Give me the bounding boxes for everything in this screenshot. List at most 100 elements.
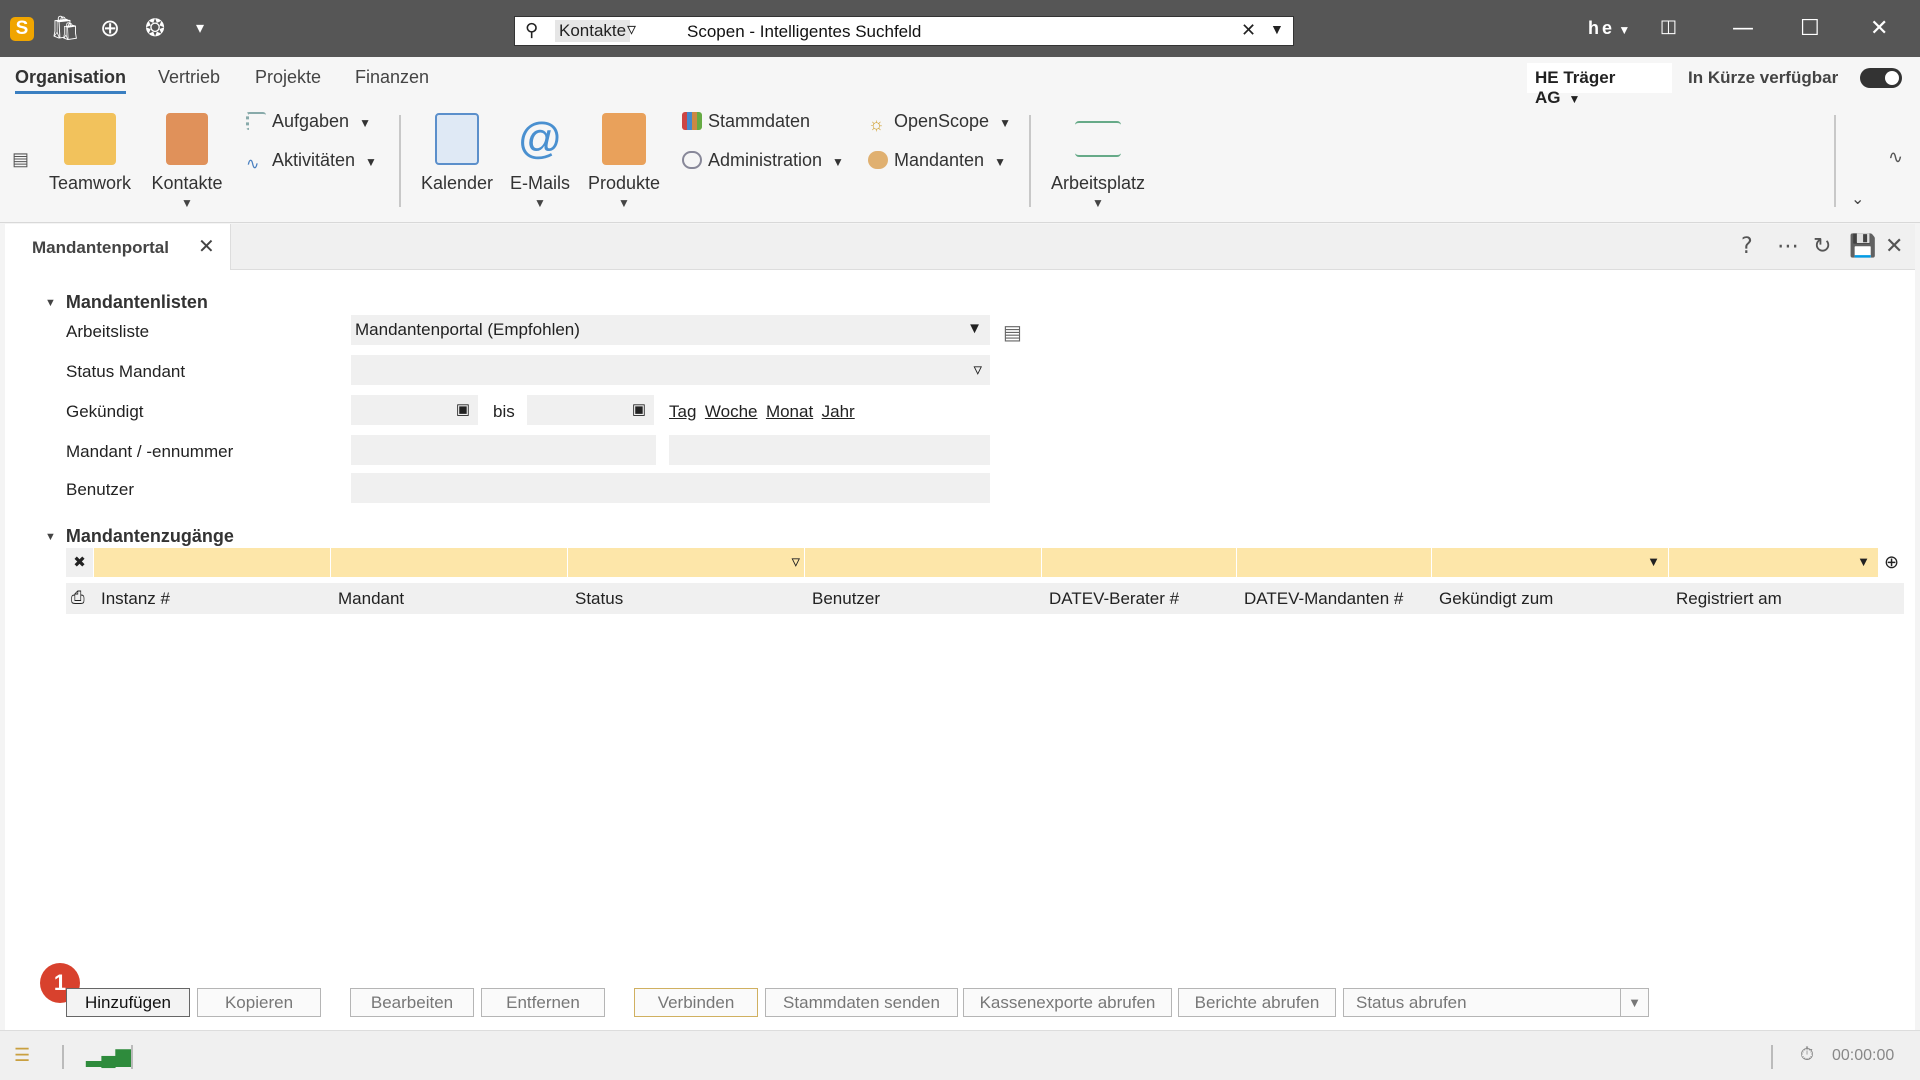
kopieren-button[interactable]: Kopieren (197, 988, 321, 1017)
tab-organisation[interactable]: Organisation (15, 67, 127, 94)
maximize-icon[interactable]: ☐ (1800, 16, 1820, 41)
hinzufuegen-button[interactable]: Hinzufügen (66, 988, 190, 1017)
link-woche[interactable]: Woche (705, 402, 758, 421)
company-selector[interactable]: HE Träger AG ▼ (1527, 63, 1672, 107)
more-options-icon[interactable]: ⋯ (1777, 234, 1799, 259)
add-circle-icon[interactable]: ⊕ (96, 14, 124, 42)
sliders-icon (1075, 121, 1121, 157)
status-separator (131, 1045, 133, 1069)
column-header[interactable]: Mandant (338, 589, 404, 609)
gekuendigt-to-field[interactable]: ▣ (527, 395, 654, 425)
bearbeiten-button[interactable]: Bearbeiten (350, 988, 474, 1017)
column-header[interactable]: Status (575, 589, 623, 609)
column-header[interactable]: Benutzer (812, 589, 880, 609)
filter-datev-berater[interactable] (1042, 548, 1237, 577)
filter-benutzer[interactable] (805, 548, 1042, 577)
ribbon-expand-icon[interactable]: ⌄ (1851, 189, 1864, 209)
sidebar-toggle-icon[interactable]: ▤ (12, 149, 29, 170)
status-abrufen-label: Status abrufen (1356, 993, 1467, 1012)
arbeitsplatz-button[interactable]: Arbeitsplatz ▼ (1050, 107, 1146, 210)
minimize-icon[interactable]: — (1732, 16, 1754, 41)
column-header[interactable]: Registriert am (1676, 589, 1782, 609)
gekuendigt-from-field[interactable]: ▣ (351, 395, 478, 425)
filter-registriert-am[interactable]: ▼ (1669, 548, 1879, 577)
benutzer-field[interactable] (351, 473, 990, 503)
verbinden-button[interactable]: Verbinden (634, 988, 758, 1017)
tab-finanzen[interactable]: Finanzen (355, 67, 429, 88)
notes-icon[interactable]: ☰ (14, 1045, 30, 1066)
clear-search-icon[interactable]: ✕ (1241, 20, 1256, 41)
lifebuoy-icon[interactable]: ❂ (141, 14, 169, 42)
tab-projekte[interactable]: Projekte (255, 67, 321, 88)
section-mandantenzugaenge[interactable]: ▼ Mandantenzugänge (45, 526, 234, 547)
quick-menu-dropdown-icon[interactable]: ▾ (186, 14, 214, 42)
kontakte-button[interactable]: Kontakte ▼ (150, 107, 224, 210)
link-tag[interactable]: Tag (669, 402, 696, 421)
tab-vertrieb[interactable]: Vertrieb (158, 67, 220, 88)
print-icon[interactable]: ⎙ (71, 588, 85, 608)
refresh-icon[interactable]: ↻ (1813, 234, 1831, 259)
add-column-icon[interactable]: ⊕ (1879, 548, 1904, 577)
help-icon[interactable]: ? (1741, 234, 1753, 259)
arbeitsliste-select[interactable]: Mandantenportal (Empfohlen) ▼ (351, 315, 990, 345)
column-header[interactable]: Instanz # (101, 589, 170, 609)
arbeitsplatz-label: Arbeitsplatz (1050, 173, 1146, 193)
pin-window-icon[interactable]: ◫ (1660, 16, 1677, 37)
mandant-name-field[interactable] (351, 435, 656, 465)
mandanten-button[interactable]: Mandanten ▼ (868, 150, 1006, 171)
stammdaten-senden-button[interactable]: Stammdaten senden (765, 988, 958, 1017)
stopwatch-icon[interactable]: ⏱ (1800, 1044, 1814, 1065)
mandant-number-field[interactable] (669, 435, 990, 465)
berichte-abrufen-button[interactable]: Berichte abrufen (1178, 988, 1336, 1017)
close-window-icon[interactable]: ✕ (1870, 16, 1888, 41)
administration-button[interactable]: Administration ▼ (682, 150, 844, 171)
column-header[interactable]: DATEV-Mandanten # (1244, 589, 1403, 609)
kalender-button[interactable]: Kalender (420, 107, 494, 194)
user-menu[interactable]: he ▼ (1588, 18, 1630, 39)
search-dropdown-icon[interactable]: ▼ (1270, 21, 1284, 37)
filter-status[interactable]: ▿ (568, 548, 805, 577)
aufgaben-label: Aufgaben (272, 111, 350, 131)
shopping-bag-icon[interactable]: 🛍 (50, 14, 80, 42)
kassenexporte-abrufen-button[interactable]: Kassenexporte abrufen (963, 988, 1172, 1017)
stammdaten-button[interactable]: Stammdaten (682, 111, 810, 132)
chevron-down-icon[interactable]: ▼ (150, 196, 224, 210)
filter-gekuendigt-zum[interactable]: ▼ (1432, 548, 1669, 577)
column-header[interactable]: DATEV-Berater # (1049, 589, 1179, 609)
emails-button[interactable]: @ E-Mails ▼ (508, 107, 572, 210)
close-document-icon[interactable]: ✕ (1885, 234, 1903, 259)
chevron-down-icon[interactable]: ▼ (508, 196, 572, 210)
entfernen-button[interactable]: Entfernen (481, 988, 605, 1017)
aktivitaeten-button[interactable]: ∿ Aktivitäten ▼ (246, 150, 377, 173)
close-tab-icon[interactable]: ✕ (198, 234, 215, 259)
activity-panel-icon[interactable]: ∿ (1888, 147, 1903, 168)
produkte-button[interactable]: Produkte ▼ (586, 107, 662, 210)
chevron-down-icon[interactable]: ▼ (586, 196, 662, 210)
link-jahr[interactable]: Jahr (822, 402, 855, 421)
chevron-down-icon[interactable]: ▼ (1620, 989, 1648, 1016)
signal-bars-icon[interactable]: ▂▄▆ (86, 1043, 131, 1068)
save-icon[interactable]: 💾 (1849, 234, 1876, 259)
teamwork-button[interactable]: Teamwork (48, 107, 132, 194)
section-mandantenlisten[interactable]: ▼ Mandantenlisten (45, 292, 208, 313)
filter-instanz[interactable] (94, 548, 331, 577)
search-scope[interactable]: Kontakte (555, 20, 631, 42)
scope-filter-icon[interactable]: ▿ (627, 19, 636, 40)
status-mandant-field[interactable]: ▿ (351, 355, 990, 385)
openscope-button[interactable]: ☼ OpenScope ▼ (868, 111, 1011, 134)
link-monat[interactable]: Monat (766, 402, 813, 421)
column-header[interactable]: Gekündigt zum (1439, 589, 1553, 609)
calendar-picker-icon[interactable]: ▣ (456, 400, 470, 418)
filter-mandant[interactable] (331, 548, 568, 577)
aufgaben-button[interactable]: Aufgaben ▼ (246, 111, 371, 132)
calendar-picker-icon[interactable]: ▣ (632, 400, 646, 418)
filter-datev-mandanten[interactable] (1237, 548, 1432, 577)
add-list-icon[interactable]: ▤ (1003, 320, 1022, 345)
tab-mandantenportal[interactable]: Mandantenportal ✕ (5, 224, 231, 270)
bis-label: bis (493, 402, 515, 421)
status-abrufen-dropdown[interactable]: Status abrufen ▼ (1343, 988, 1649, 1017)
clear-filter-icon[interactable]: ✖ (66, 548, 94, 577)
chevron-down-icon[interactable]: ▼ (1050, 196, 1146, 210)
search-field[interactable]: ⚲ Kontakte ▿ Scopen - Intelligentes Such… (514, 16, 1294, 46)
availability-toggle[interactable] (1860, 68, 1902, 88)
